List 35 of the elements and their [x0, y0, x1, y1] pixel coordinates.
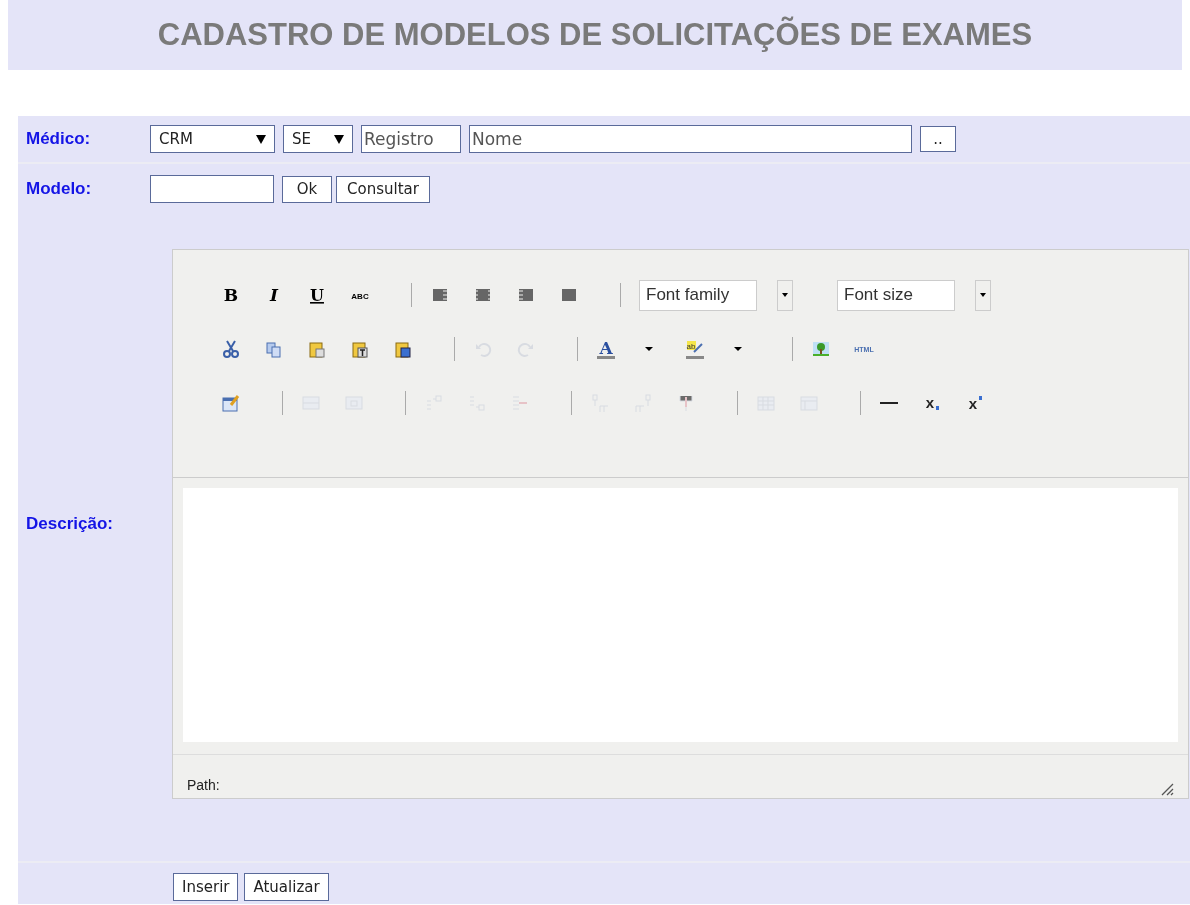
- resize-handle-icon[interactable]: [1160, 782, 1174, 796]
- picture-icon[interactable]: [811, 339, 831, 359]
- italic-icon[interactable]: I: [264, 285, 284, 305]
- caret-icon[interactable]: [734, 347, 742, 351]
- consultar-button[interactable]: Consultar: [336, 175, 430, 203]
- input-field[interactable]: Nome: [469, 125, 912, 153]
- field-label: Descrição:: [25, 513, 114, 536]
- scissors-icon[interactable]: [221, 339, 241, 359]
- input-field[interactable]: [150, 175, 274, 203]
- input-field[interactable]: Registro: [361, 125, 461, 153]
- underline-icon[interactable]: U: [307, 285, 327, 305]
- dropdown-field[interactable]: Font size: [837, 279, 955, 311]
- paste-text-icon[interactable]: [350, 339, 370, 359]
- paste-icon[interactable]: [307, 339, 327, 359]
- paste-document-icon[interactable]: [393, 339, 413, 359]
- caret-icon[interactable]: [645, 347, 653, 351]
- caret-icon: [334, 134, 344, 144]
- strikethrough-icon[interactable]: ABC: [350, 285, 370, 305]
- dropdown-button[interactable]: [777, 279, 793, 311]
- copy-icon[interactable]: [264, 339, 284, 359]
- search-button[interactable]: ..: [920, 126, 956, 152]
- path-label: Path:: [187, 776, 220, 795]
- action-button[interactable]: Inserir: [173, 873, 239, 901]
- caret-icon: [256, 134, 266, 144]
- dropdown-field[interactable]: Font family: [639, 279, 757, 311]
- field-label: Médico:: [25, 128, 92, 151]
- action-button[interactable]: Atualizar: [244, 873, 329, 901]
- ok-button[interactable]: Ok: [282, 175, 332, 203]
- dropdown-button[interactable]: [975, 279, 991, 311]
- page-title: CADASTRO DE MODELOS DE SOLICITAÇÕES DE EXAMES: [157, 15, 1033, 54]
- table-edit-icon[interactable]: [221, 393, 241, 413]
- field-label: Modelo:: [25, 178, 93, 201]
- select-field[interactable]: CRM: [150, 125, 275, 153]
- select-field[interactable]: SE: [283, 125, 353, 153]
- bold-icon[interactable]: B: [221, 285, 241, 305]
